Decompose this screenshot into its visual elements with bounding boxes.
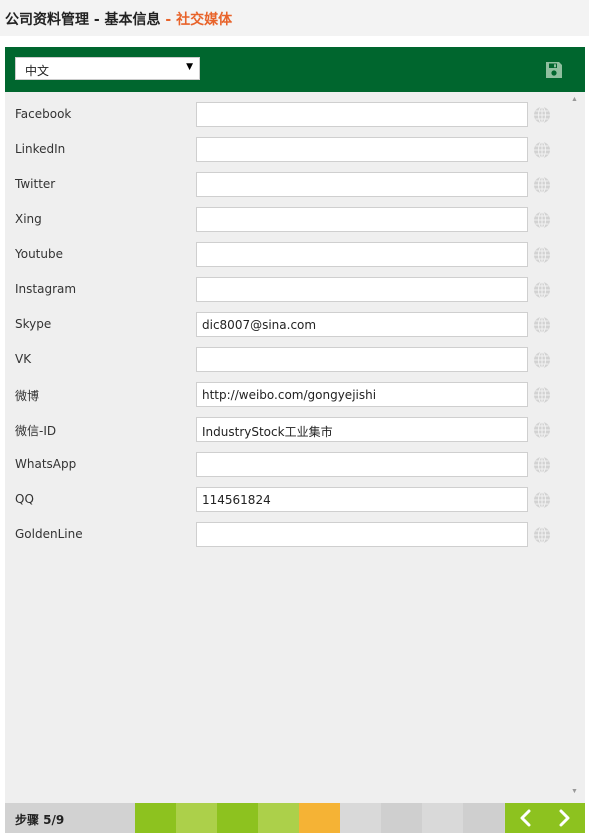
field-input[interactable] bbox=[196, 102, 528, 127]
language-select[interactable]: 中文 ▼ bbox=[15, 57, 200, 80]
title-main: 公司资料管理 - 基本信息 bbox=[5, 12, 161, 28]
field-label: Youtube bbox=[15, 247, 63, 261]
field-input[interactable] bbox=[196, 522, 528, 547]
dropdown-arrow-icon: ▼ bbox=[186, 62, 193, 72]
globe-icon[interactable] bbox=[533, 456, 551, 474]
progress-segment bbox=[463, 803, 504, 833]
globe-icon[interactable] bbox=[533, 211, 551, 229]
field-row: QQ 114561824 bbox=[5, 487, 585, 512]
progress-segment bbox=[381, 803, 422, 833]
field-input[interactable]: IndustryStock工业集市 bbox=[196, 417, 528, 442]
field-row: Facebook bbox=[5, 102, 585, 127]
globe-icon[interactable] bbox=[533, 526, 551, 544]
field-row: WhatsApp bbox=[5, 452, 585, 477]
nav-area bbox=[505, 803, 585, 833]
field-input[interactable] bbox=[196, 347, 528, 372]
field-label: Skype bbox=[15, 317, 52, 331]
toolbar: 中文 ▼ bbox=[5, 47, 585, 92]
footer-progress: 步骤 5/9 bbox=[5, 803, 585, 833]
globe-icon[interactable] bbox=[533, 106, 551, 124]
save-button[interactable] bbox=[544, 60, 564, 80]
progress-segment bbox=[340, 803, 381, 833]
globe-icon[interactable] bbox=[533, 421, 551, 439]
field-input[interactable] bbox=[196, 277, 528, 302]
progress-segment bbox=[422, 803, 463, 833]
globe-icon[interactable] bbox=[533, 281, 551, 299]
field-label: 微博 bbox=[15, 389, 40, 403]
globe-icon[interactable] bbox=[533, 246, 551, 264]
chevron-left-icon bbox=[520, 809, 531, 827]
field-row: 微信-ID IndustryStock工业集市 bbox=[5, 417, 585, 442]
progress-segment bbox=[217, 803, 258, 833]
globe-icon[interactable] bbox=[533, 351, 551, 369]
field-label: QQ bbox=[15, 492, 34, 506]
field-label: Instagram bbox=[15, 282, 77, 296]
globe-icon[interactable] bbox=[533, 176, 551, 194]
globe-icon[interactable] bbox=[533, 141, 551, 159]
page-title: 公司资料管理 - 基本信息 - 社交媒体 bbox=[5, 9, 232, 29]
next-button[interactable] bbox=[545, 803, 585, 833]
field-input[interactable] bbox=[196, 452, 528, 477]
field-row: Youtube bbox=[5, 242, 585, 267]
title-separator: - bbox=[160, 12, 177, 28]
field-label: GoldenLine bbox=[15, 527, 83, 541]
field-label: WhatsApp bbox=[15, 457, 77, 471]
page-header: 公司资料管理 - 基本信息 - 社交媒体 bbox=[0, 0, 589, 36]
scroll-down-arrow[interactable]: ▼ bbox=[571, 788, 578, 795]
progress-segment bbox=[258, 803, 299, 833]
field-label: Xing bbox=[15, 212, 42, 226]
globe-icon[interactable] bbox=[533, 316, 551, 334]
field-row: Twitter bbox=[5, 172, 585, 197]
field-input[interactable]: http://weibo.com/gongyejishi bbox=[196, 382, 528, 407]
field-label: 微信-ID bbox=[15, 424, 57, 438]
field-label: Facebook bbox=[15, 107, 72, 121]
globe-icon[interactable] bbox=[533, 386, 551, 404]
field-row: Skype dic8007@sina.com bbox=[5, 312, 585, 337]
chevron-right-icon bbox=[559, 809, 570, 827]
field-input[interactable]: 114561824 bbox=[196, 487, 528, 512]
field-row: 微博 http://weibo.com/gongyejishi bbox=[5, 382, 585, 407]
field-label: VK bbox=[15, 352, 32, 366]
field-row: LinkedIn bbox=[5, 137, 585, 162]
field-label: LinkedIn bbox=[15, 142, 66, 156]
field-input[interactable] bbox=[196, 207, 528, 232]
field-input[interactable] bbox=[196, 242, 528, 267]
field-row: Instagram bbox=[5, 277, 585, 302]
title-accent: 社交媒体 bbox=[176, 12, 233, 28]
field-row: Xing bbox=[5, 207, 585, 232]
progress-segment bbox=[135, 803, 176, 833]
progress-segment bbox=[176, 803, 217, 833]
field-label: Twitter bbox=[15, 177, 56, 191]
step-indicator: 步骤 5/9 bbox=[15, 813, 65, 827]
field-row: VK bbox=[5, 347, 585, 372]
social-media-panel: 中文 ▼ ▲ Facebook LinkedIn Twitter Xing Youtub… bbox=[5, 47, 585, 803]
field-input[interactable]: dic8007@sina.com bbox=[196, 312, 528, 337]
progress-segment bbox=[299, 803, 340, 833]
language-select-value: 中文 bbox=[25, 64, 50, 78]
previous-button[interactable] bbox=[505, 803, 545, 833]
save-icon bbox=[546, 62, 562, 78]
field-input[interactable] bbox=[196, 172, 528, 197]
field-input[interactable] bbox=[196, 137, 528, 162]
globe-icon[interactable] bbox=[533, 491, 551, 509]
field-row: GoldenLine bbox=[5, 522, 585, 547]
